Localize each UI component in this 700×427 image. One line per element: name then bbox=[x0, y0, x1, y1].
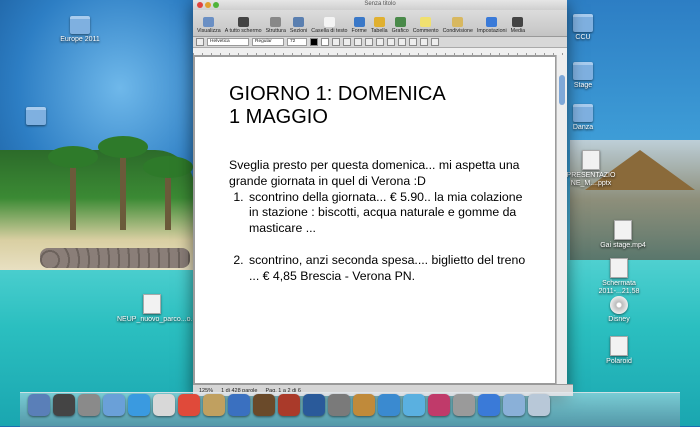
address-book-icon[interactable] bbox=[153, 394, 175, 416]
app-icon[interactable] bbox=[453, 394, 475, 416]
desktop-icon-pdf[interactable]: NEUP_nuovo_parco...o...pdf bbox=[117, 294, 206, 324]
toolbar-button-grafico[interactable]: Grafico bbox=[392, 17, 409, 34]
toolbar-button-commento[interactable]: Commento bbox=[413, 17, 439, 34]
toolbar-button-media[interactable]: Media bbox=[511, 17, 525, 34]
folder-icon bbox=[26, 107, 46, 125]
align-center-button[interactable] bbox=[376, 38, 384, 46]
list-item: scontrino, anzi seconda spesa.... biglie… bbox=[247, 253, 529, 285]
share-icon bbox=[452, 17, 464, 27]
toolbar-button-tabella[interactable]: Tabella bbox=[371, 17, 388, 34]
desktop-icon-polaroid[interactable]: Polaroid bbox=[584, 336, 654, 366]
toolbar-button-a-tutto-schermo[interactable]: A tutto schermo bbox=[225, 17, 262, 34]
align-left-button[interactable] bbox=[365, 38, 373, 46]
format-bar: Helvetica Regular 72 bbox=[193, 37, 567, 48]
app-store-icon[interactable] bbox=[478, 394, 500, 416]
layout-icon bbox=[270, 17, 282, 27]
document-body: Sveglia presto per questa domenica... mi… bbox=[229, 158, 529, 284]
pdf-file-icon bbox=[143, 294, 161, 314]
pages-icon[interactable] bbox=[353, 394, 375, 416]
document-canvas: GIORNO 1: DOMENICA 1 MAGGIO Sveglia pres… bbox=[193, 55, 567, 385]
highlight-color-swatch[interactable] bbox=[321, 38, 329, 46]
media-icon bbox=[512, 17, 524, 27]
document-heading: GIORNO 1: DOMENICA 1 MAGGIO bbox=[229, 83, 446, 128]
justify-button[interactable] bbox=[398, 38, 406, 46]
mail-icon[interactable] bbox=[103, 394, 125, 416]
info-icon bbox=[486, 17, 498, 27]
pages-window: Senza titolo Visualizza A tutto schermo St… bbox=[193, 0, 573, 396]
font-family-select[interactable]: Helvetica bbox=[207, 38, 249, 46]
fullscreen-icon bbox=[237, 17, 249, 27]
safari-icon[interactable] bbox=[128, 394, 150, 416]
app-icon[interactable] bbox=[78, 394, 100, 416]
dock-icons bbox=[28, 394, 550, 416]
toolbar-button-visualizza[interactable]: Visualizza bbox=[197, 17, 221, 34]
toolbar-button-condivisione[interactable]: Condivisione bbox=[443, 17, 473, 34]
bold-button[interactable] bbox=[332, 38, 340, 46]
italic-button[interactable] bbox=[343, 38, 351, 46]
downloads-stack-icon[interactable] bbox=[503, 394, 525, 416]
folder-icon bbox=[573, 62, 593, 80]
toolbar-button-sezioni[interactable]: Sezioni bbox=[290, 17, 307, 34]
folder-icon bbox=[573, 14, 593, 32]
window-title: Senza titolo bbox=[364, 1, 396, 7]
paragraph-style-button[interactable] bbox=[196, 38, 204, 46]
desktop-icon-schermata[interactable]: Schermata 2011-...21.58 bbox=[584, 258, 654, 296]
textbox-icon bbox=[323, 17, 335, 27]
document-page[interactable]: GIORNO 1: DOMENICA 1 MAGGIO Sveglia pres… bbox=[195, 57, 555, 383]
font-size-select[interactable]: 72 bbox=[287, 38, 307, 46]
twitter-icon[interactable] bbox=[403, 394, 425, 416]
preview-icon[interactable] bbox=[203, 394, 225, 416]
calendar-icon[interactable] bbox=[178, 394, 200, 416]
list-button[interactable] bbox=[431, 38, 439, 46]
desktop-icon-disney[interactable]: Disney bbox=[584, 296, 654, 324]
text-color-swatch[interactable] bbox=[310, 38, 318, 46]
scrollbar-thumb[interactable] bbox=[559, 75, 565, 105]
toolbar-button-impostazioni[interactable]: Impostazioni bbox=[477, 17, 507, 34]
itunes-icon[interactable] bbox=[228, 394, 250, 416]
toolbar-button-casella-di-testo[interactable]: Casella di testo bbox=[311, 17, 348, 34]
table-icon bbox=[373, 17, 385, 27]
disc-icon bbox=[610, 296, 628, 314]
photo-booth-icon[interactable] bbox=[278, 394, 300, 416]
expense-list: scontrino della giornata... € 5.90.. la … bbox=[229, 190, 529, 285]
intro-paragraph: Sveglia presto per questa domenica... mi… bbox=[229, 158, 520, 188]
chart-icon bbox=[394, 17, 406, 27]
line-spacing-button[interactable] bbox=[409, 38, 417, 46]
font-style-select[interactable]: Regular bbox=[252, 38, 284, 46]
folder-icon bbox=[70, 16, 90, 34]
toolbar: Visualizza A tutto schermo Struttura Sezion… bbox=[193, 10, 567, 37]
palm-tree bbox=[98, 136, 148, 230]
facetime-icon[interactable] bbox=[303, 394, 325, 416]
palm-tree bbox=[143, 156, 193, 230]
finder-icon[interactable] bbox=[28, 394, 50, 416]
toolbar-button-struttura[interactable]: Struttura bbox=[266, 17, 286, 34]
shapes-icon bbox=[353, 17, 365, 27]
underline-button[interactable] bbox=[354, 38, 362, 46]
title-bar[interactable]: Senza titolo bbox=[193, 0, 567, 10]
image-file-icon bbox=[610, 336, 628, 356]
vertical-scrollbar[interactable] bbox=[556, 55, 567, 385]
skype-icon[interactable] bbox=[378, 394, 400, 416]
toolbar-button-forme[interactable]: Forme bbox=[352, 17, 367, 34]
screenshot-file-icon bbox=[610, 258, 628, 278]
desktop-icon-gai-stage[interactable]: Gai stage.mp4 bbox=[588, 220, 658, 250]
columns-button[interactable] bbox=[420, 38, 428, 46]
video-file-icon bbox=[614, 220, 632, 240]
desktop-icon-europe-2011[interactable]: Europe 2011 bbox=[45, 16, 115, 44]
comment-icon bbox=[420, 17, 432, 27]
list-item: scontrino della giornata... € 5.90.. la … bbox=[247, 190, 529, 237]
folder-icon bbox=[573, 104, 593, 122]
align-right-button[interactable] bbox=[387, 38, 395, 46]
pptx-file-icon bbox=[582, 150, 600, 170]
sections-icon bbox=[293, 17, 305, 27]
dashboard-icon[interactable] bbox=[53, 394, 75, 416]
trash-icon[interactable] bbox=[528, 394, 550, 416]
desktop-icon-folder[interactable] bbox=[6, 107, 66, 127]
flickr-icon[interactable] bbox=[428, 394, 450, 416]
palm-tree bbox=[48, 146, 98, 230]
system-preferences-icon[interactable] bbox=[328, 394, 350, 416]
view-icon bbox=[203, 17, 215, 27]
iphoto-icon[interactable] bbox=[253, 394, 275, 416]
wallpaper-rocks bbox=[40, 248, 190, 268]
